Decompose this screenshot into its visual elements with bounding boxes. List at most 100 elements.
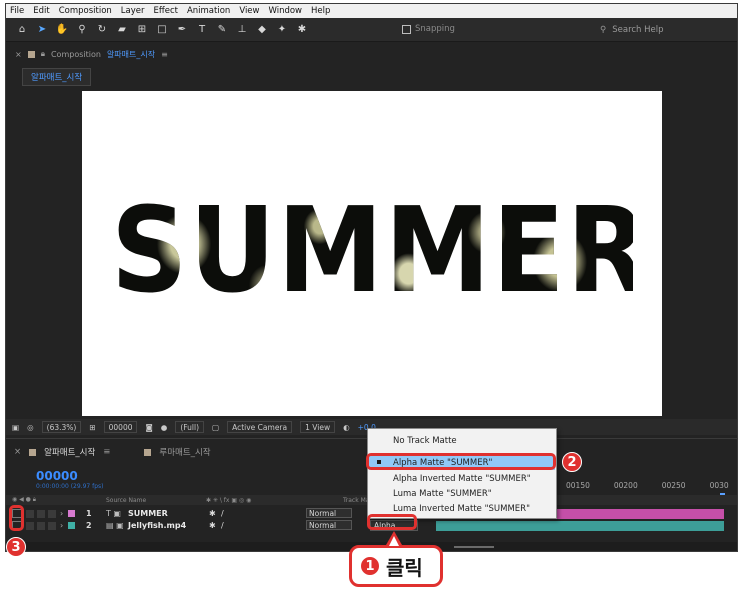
zoom-tool-icon[interactable]: ⚲ <box>74 22 90 38</box>
ruler-tick: 00200 <box>613 481 638 490</box>
tab-luma-matte[interactable]: 루마매트_시작 <box>159 446 210 458</box>
menu-bar: File Edit Composition Layer Effect Anima… <box>6 4 737 18</box>
track-matte-menu: No Track Matte Alpha Matte "SUMMER" Alph… <box>367 428 557 519</box>
tab-color-icon <box>29 448 37 456</box>
callout-pointer-inner <box>389 536 399 546</box>
time-ruler[interactable]: 00150 00200 00250 0030 <box>566 481 729 490</box>
menu-effect[interactable]: Effect <box>154 6 178 16</box>
ruler-tick: 00150 <box>566 481 590 490</box>
menu-help[interactable]: Help <box>311 6 330 16</box>
source-name-header[interactable]: Source Name <box>106 497 146 504</box>
shy-switch-icon[interactable]: ✱ <box>209 521 216 530</box>
pan-behind-tool-icon[interactable]: ⊞ <box>134 22 150 38</box>
composition-viewer-tab[interactable]: 알파매트_시작 <box>22 68 92 86</box>
menu-view[interactable]: View <box>239 6 259 16</box>
camera-dropdown[interactable]: Active Camera <box>227 421 293 433</box>
highlight-track-matte-dropdown <box>367 514 417 530</box>
camera-tool-icon[interactable]: ▰ <box>114 22 130 38</box>
av-features-icon: ◉ ◀ ● 🔒︎ <box>12 496 36 503</box>
layer-number: 2 <box>86 521 92 530</box>
brush-tool-icon[interactable]: ✎ <box>214 22 230 38</box>
timeline-current-time[interactable]: 00000 <box>36 469 78 483</box>
view-layout-dropdown[interactable]: 1 View <box>300 421 336 433</box>
snapping-toggle[interactable]: Snapping <box>402 24 455 34</box>
shy-switch-icon[interactable]: ✱ <box>209 509 216 518</box>
menu-layer[interactable]: Layer <box>121 6 145 16</box>
menu-edit[interactable]: Edit <box>33 6 49 16</box>
layer-name[interactable]: SUMMER <box>128 509 168 518</box>
clone-stamp-tool-icon[interactable]: ⊥ <box>234 22 250 38</box>
exposure-icon[interactable]: ◐ <box>343 423 350 432</box>
home-icon[interactable]: ⌂ <box>14 22 30 38</box>
layer-2-duration-bar[interactable] <box>436 521 724 531</box>
search-help-field[interactable]: ⚲ Search Help <box>600 23 734 37</box>
selection-tool-icon[interactable]: ➤ <box>34 22 50 38</box>
lock-icon[interactable]: 🔒︎ <box>41 49 45 59</box>
summer-alpha-matte-preview: SUMMER <box>111 181 651 319</box>
grid-icon[interactable]: ⊞ <box>89 423 95 432</box>
menu-file[interactable]: File <box>10 6 24 16</box>
switches-header-icon: ✱ ✳ \ fx ▣ ◎ ◉ <box>206 496 252 504</box>
current-time-field[interactable]: 00000 <box>103 421 138 433</box>
tab-alpha-matte[interactable]: 알파매트_시작 <box>44 446 95 458</box>
snapshot-camera-icon[interactable]: ◙ <box>145 423 152 432</box>
rotate-tool-icon[interactable]: ↻ <box>94 22 110 38</box>
lock-toggle[interactable] <box>48 521 56 530</box>
menu-animation[interactable]: Animation <box>187 6 230 16</box>
audio-toggle[interactable] <box>26 521 34 530</box>
composition-canvas[interactable]: SUMMER <box>82 91 662 416</box>
quality-switch-icon[interactable]: / <box>221 521 224 530</box>
lock-toggle[interactable] <box>48 509 56 518</box>
solo-toggle[interactable] <box>37 509 45 518</box>
click-instruction-text: 클릭 <box>386 555 423 580</box>
expand-chevron-icon[interactable]: › <box>60 509 63 518</box>
composition-panel-prefix: Composition <box>50 49 101 59</box>
layer-label-color[interactable] <box>68 522 75 529</box>
close-icon[interactable]: × <box>14 447 21 457</box>
tab-color-icon <box>144 448 152 456</box>
expand-chevron-icon[interactable]: › <box>60 521 63 530</box>
composition-viewer[interactable]: SUMMER <box>6 88 737 418</box>
composition-panel-header: × 🔒︎ Composition 알파매트_시작 ≡ <box>6 43 737 65</box>
blend-mode-dropdown[interactable]: Normal <box>306 520 352 530</box>
solo-toggle[interactable] <box>37 521 45 530</box>
highlight-visibility-column <box>9 505 24 531</box>
roto-brush-tool-icon[interactable]: ✦ <box>274 22 290 38</box>
layer-label-color[interactable] <box>68 510 75 517</box>
snapping-checkbox[interactable] <box>402 24 411 34</box>
rectangle-tool-icon[interactable]: □ <box>154 22 170 38</box>
click-callout: 1 클릭 <box>349 545 443 587</box>
step-3-badge: 3 <box>6 537 26 557</box>
step-1-badge: 1 <box>360 556 380 576</box>
blend-mode-dropdown[interactable]: Normal <box>306 508 352 518</box>
always-preview-icon[interactable]: ▣ <box>12 423 19 432</box>
menu-item-no-track-matte[interactable]: No Track Matte <box>369 433 555 448</box>
menu-window[interactable]: Window <box>268 6 302 16</box>
type-tool-icon[interactable]: T <box>194 22 210 38</box>
timeline-timecode-sub: 0:00:00:00 (29.97 fps) <box>36 483 104 490</box>
color-channel-icon[interactable]: ● <box>161 423 168 432</box>
region-of-interest-icon[interactable]: ▢ <box>212 423 219 432</box>
menu-item-luma-matte[interactable]: Luma Matte "SUMMER" <box>369 486 555 501</box>
eraser-tool-icon[interactable]: ◆ <box>254 22 270 38</box>
quality-switch-icon[interactable]: / <box>221 509 224 518</box>
snapping-label: Snapping <box>415 24 455 34</box>
text-layer-icon: T ▣ <box>106 509 121 518</box>
resolution-dropdown[interactable]: (Full) <box>175 421 204 433</box>
panel-menu-icon[interactable]: ≡ <box>161 50 168 59</box>
panel-menu-icon[interactable]: ≡ <box>103 447 110 457</box>
magnification-dropdown[interactable]: (63.3%) <box>41 421 82 433</box>
mask-visibility-icon[interactable]: ◎ <box>27 423 34 432</box>
ruler-tick: 0030 <box>709 481 729 490</box>
audio-toggle[interactable] <box>26 509 34 518</box>
puppet-tool-icon[interactable]: ✱ <box>294 22 310 38</box>
layer-name[interactable]: Jellyfish.mp4 <box>128 521 186 530</box>
hand-tool-icon[interactable]: ✋ <box>54 22 70 38</box>
close-icon[interactable]: × <box>15 50 22 59</box>
panel-color-icon <box>27 50 35 58</box>
zoom-slider[interactable] <box>454 546 494 548</box>
pen-tool-icon[interactable]: ✒ <box>174 22 190 38</box>
menu-composition[interactable]: Composition <box>59 6 112 16</box>
composition-name[interactable]: 알파매트_시작 <box>107 49 155 60</box>
menu-item-alpha-inverted-matte[interactable]: Alpha Inverted Matte "SUMMER" <box>369 471 555 486</box>
